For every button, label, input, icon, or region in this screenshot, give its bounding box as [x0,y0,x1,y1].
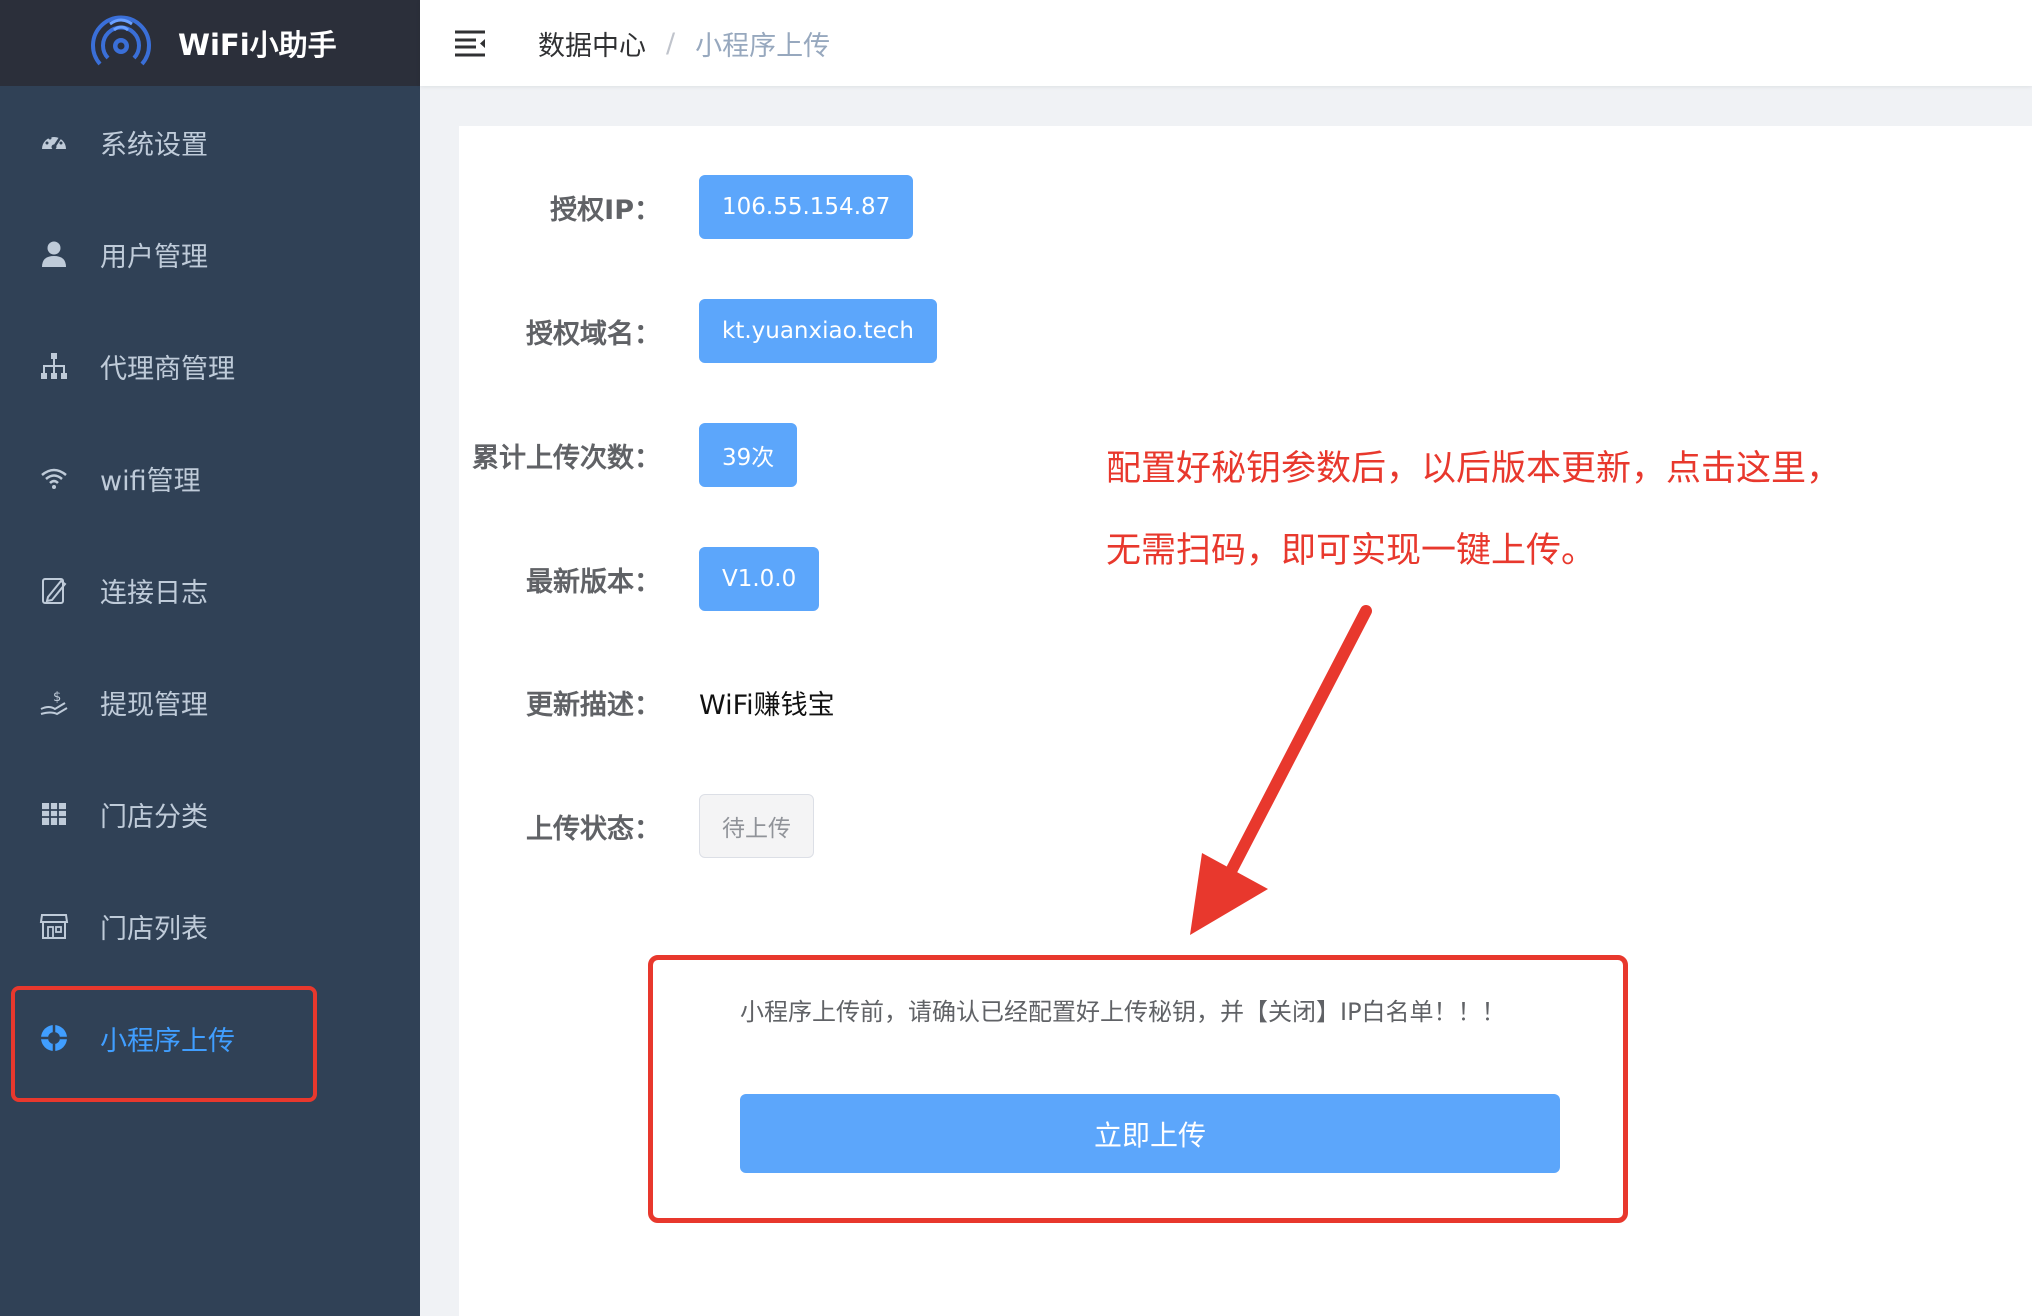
withdraw-icon: $ [38,686,70,718]
sidebar-item-label: 用户管理 [100,241,208,273]
sidebar-item-connection-log[interactable]: 连接日志 [0,534,420,646]
user-icon [38,238,70,270]
sidebar-item-label: 连接日志 [100,577,208,609]
breadcrumb-current: 小程序上传 [695,30,831,62]
svg-text:$: $ [53,690,61,705]
sidebar-item-label: 提现管理 [100,689,208,721]
log-edit-icon [38,574,70,606]
ip-tag: 106.55.154.87 [699,175,914,239]
breadcrumb-home[interactable]: 数据中心 [538,24,646,63]
version-tag: V1.0.0 [699,547,820,611]
domain-label: 授权域名： [526,318,661,350]
ip-label: 授权IP： [550,194,661,226]
form-row-ip: 授权IP： 106.55.154.87 [459,175,1459,239]
menu-toggle-icon[interactable] [452,25,488,61]
sidebar-item-store-category[interactable]: 门店分类 [0,758,420,870]
annotation-line-1: 配置好秘钥参数后，以后版本更新，点击这里， [1106,449,1842,489]
upload-count-tag: 39次 [699,423,798,487]
sidebar-item-system-settings[interactable]: 系统设置 [0,86,420,198]
sidebar-item-label: 门店列表 [100,913,208,945]
sidebar-item-withdraw-management[interactable]: $ 提现管理 [0,646,420,758]
sidebar-item-store-list[interactable]: 门店列表 [0,870,420,982]
upload-count-label: 累计上传次数： [472,442,661,474]
wifi-icon [38,462,70,494]
miniprogram-icon [38,1022,70,1054]
status-badge: 待上传 [699,794,814,858]
store-icon [38,910,70,942]
sidebar-item-miniprogram-upload[interactable]: 小程序上传 [0,982,420,1094]
breadcrumb: 数据中心 / 小程序上传 [538,24,830,63]
sidebar-item-label: 代理商管理 [100,353,235,385]
sidebar-menu: 系统设置 用户管理 代理商管理 wifi管理 连接日志 $ 提现管理 门店分类 … [0,86,420,1094]
sidebar: WiFi小助手 系统设置 用户管理 代理商管理 wifi管理 连接日志 $ 提现… [0,0,420,1316]
sidebar-item-label: 系统设置 [100,129,208,161]
top-header: 数据中心 / 小程序上传 [420,0,2032,86]
logo-area: WiFi小助手 [0,0,420,86]
version-label: 最新版本： [526,566,661,598]
sidebar-item-label: 门店分类 [100,801,208,833]
upload-now-button[interactable]: 立即上传 [740,1094,1560,1173]
wifi-logo-icon [91,15,151,66]
form-row-domain: 授权域名： kt.yuanxiao.tech [459,299,1459,363]
sidebar-item-label: 小程序上传 [100,1025,235,1057]
annotation-arrow-icon [1190,605,1372,935]
annotation-line-2: 无需扫码，即可实现一键上传。 [1106,531,1597,571]
breadcrumb-separator: / [666,27,676,59]
app-title: WiFi小助手 [178,28,337,62]
dashboard-icon [38,126,70,158]
org-tree-icon [38,350,70,382]
grid-icon [38,798,70,830]
domain-tag: kt.yuanxiao.tech [699,299,937,363]
sidebar-item-user-management[interactable]: 用户管理 [0,198,420,310]
description-label: 更新描述： [526,689,661,721]
upload-notice: 小程序上传前，请确认已经配置好上传秘钥，并【关闭】IP白名单！！！ [740,998,1506,1026]
status-label: 上传状态： [526,813,661,845]
sidebar-item-agent-management[interactable]: 代理商管理 [0,310,420,422]
description-value: WiFi赚钱宝 [699,689,835,721]
sidebar-item-wifi-management[interactable]: wifi管理 [0,422,420,534]
sidebar-item-label: wifi管理 [100,465,201,497]
